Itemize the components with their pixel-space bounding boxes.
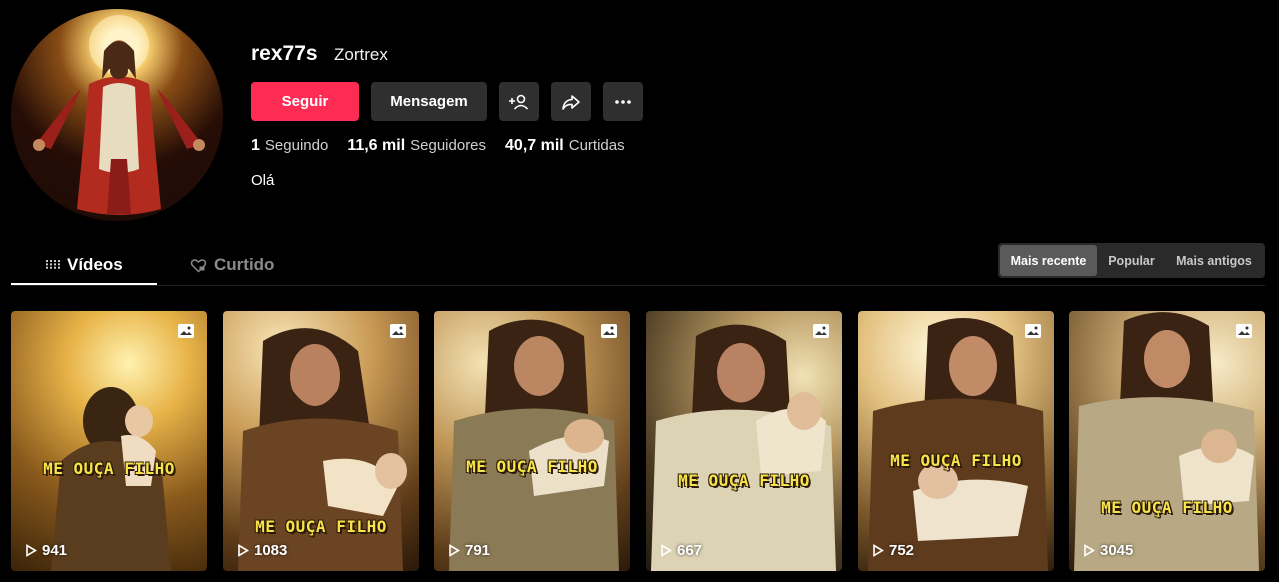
view-count: 667 xyxy=(660,542,702,559)
videos-grid-icon xyxy=(46,260,60,270)
view-count-value: 667 xyxy=(677,542,703,559)
heart-lock-icon xyxy=(190,258,207,273)
following-label: Seguindo xyxy=(264,137,329,154)
view-count: 752 xyxy=(872,542,914,559)
video-card[interactable]: ME OUÇA FILHO 3045 xyxy=(1069,311,1265,571)
view-count: 3045 xyxy=(1083,542,1133,559)
video-caption: ME OUÇA FILHO xyxy=(890,451,1022,470)
sort-option-most-recent[interactable]: Mais recente xyxy=(1000,245,1097,276)
sort-option-popular[interactable]: Popular xyxy=(1097,245,1166,276)
video-card[interactable]: ME OUÇA FILHO 941 xyxy=(11,311,207,571)
photo-icon xyxy=(1236,324,1252,338)
add-friend-button[interactable] xyxy=(499,82,539,121)
nickname: Zortrex xyxy=(334,45,388,64)
photo-icon xyxy=(1025,324,1041,338)
tab-videos-label: Vídeos xyxy=(67,255,123,274)
view-count-value: 941 xyxy=(42,542,68,559)
profile-stats: 1 Seguindo 11,6 mil Seguidores 40,7 mil Cur… xyxy=(251,137,625,155)
video-thumbnail xyxy=(858,311,1054,571)
video-card[interactable]: ME OUÇA FILHO 791 xyxy=(434,311,630,571)
play-icon xyxy=(449,544,460,557)
stat-likes: 40,7 mil Curtidas xyxy=(505,137,625,155)
view-count-value: 752 xyxy=(889,542,915,559)
play-icon xyxy=(238,544,249,557)
photo-icon xyxy=(390,324,406,338)
followers-count: 11,6 mil xyxy=(347,137,406,154)
bio: Olá xyxy=(251,172,275,189)
view-count: 1083 xyxy=(237,542,287,559)
video-thumbnail xyxy=(434,311,630,571)
tab-liked[interactable]: Curtido xyxy=(190,255,274,275)
view-count: 941 xyxy=(25,542,67,559)
photo-icon xyxy=(178,324,194,338)
video-thumbnail xyxy=(11,311,207,571)
avatar[interactable] xyxy=(11,9,223,221)
followers-label: Seguidores xyxy=(410,137,487,154)
video-card[interactable]: ME OUÇA FILHO 1083 xyxy=(223,311,419,571)
username: rex77s xyxy=(251,42,318,65)
photo-icon xyxy=(601,324,617,338)
share-icon xyxy=(562,94,580,110)
video-caption: ME OUÇA FILHO xyxy=(466,457,598,476)
view-count-value: 1083 xyxy=(254,542,288,559)
view-count: 791 xyxy=(448,542,490,559)
add-friend-icon xyxy=(509,94,529,110)
video-caption: ME OUÇA FILHO xyxy=(255,517,387,536)
video-caption: ME OUÇA FILHO xyxy=(1101,498,1233,517)
likes-count: 40,7 mil xyxy=(505,137,564,154)
tab-videos[interactable]: Vídeos xyxy=(45,255,123,275)
video-card[interactable]: ME OUÇA FILHO 667 xyxy=(646,311,842,571)
tabs-divider xyxy=(11,285,1265,286)
video-thumbnail xyxy=(1069,311,1265,571)
photo-icon xyxy=(813,324,829,338)
play-icon xyxy=(661,544,672,557)
more-options-button[interactable] xyxy=(603,82,643,121)
video-caption: ME OUÇA FILHO xyxy=(678,471,810,490)
view-count-value: 791 xyxy=(465,542,491,559)
likes-label: Curtidas xyxy=(568,137,625,154)
more-icon xyxy=(615,99,631,104)
video-caption: ME OUÇA FILHO xyxy=(43,459,175,478)
avatar-image xyxy=(33,15,205,215)
following-count: 1 xyxy=(251,137,260,154)
video-card[interactable]: ME OUÇA FILHO 752 xyxy=(858,311,1054,571)
play-icon xyxy=(873,544,884,557)
stat-following[interactable]: 1 Seguindo xyxy=(251,137,328,155)
stat-followers[interactable]: 11,6 mil Seguidores xyxy=(347,137,486,155)
message-button[interactable]: Mensagem xyxy=(371,82,487,121)
play-icon xyxy=(26,544,37,557)
video-thumbnail xyxy=(646,311,842,571)
sort-selector: Mais recente Popular Mais antigos xyxy=(998,243,1265,278)
view-count-value: 3045 xyxy=(1100,542,1134,559)
tab-liked-label: Curtido xyxy=(214,255,275,274)
follow-button[interactable]: Seguir xyxy=(251,82,359,121)
share-button[interactable] xyxy=(551,82,591,121)
sort-option-oldest[interactable]: Mais antigos xyxy=(1166,245,1262,276)
play-icon xyxy=(1084,544,1095,557)
